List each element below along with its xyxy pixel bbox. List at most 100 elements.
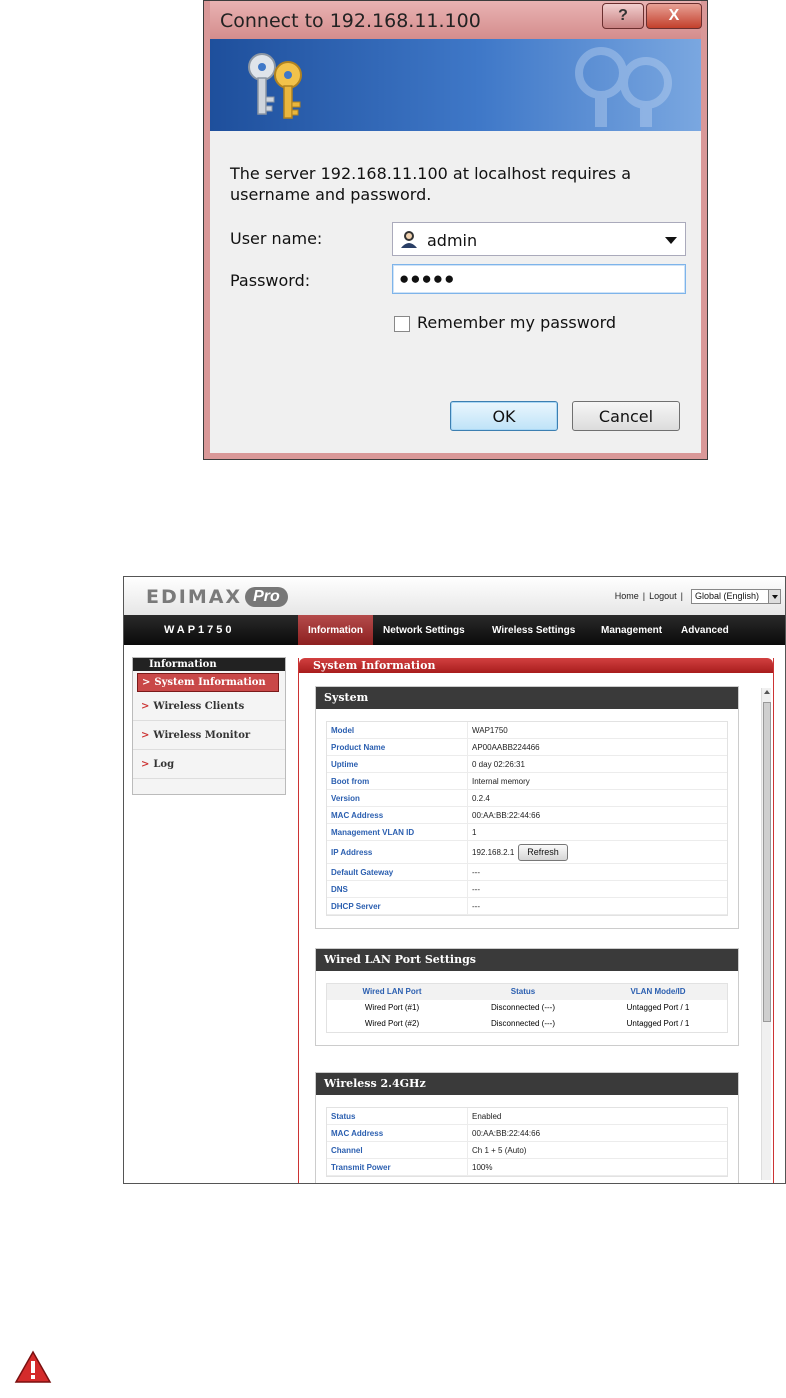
- tab-network-settings[interactable]: Network Settings: [373, 615, 475, 645]
- close-button[interactable]: X: [646, 3, 702, 29]
- ip-address-value: 192.168.2.1: [472, 848, 515, 857]
- auth-message: The server 192.168.11.100 at localhost r…: [230, 164, 632, 204]
- sidebar-item-system-information[interactable]: > System Information: [137, 673, 279, 692]
- logout-link[interactable]: Logout: [649, 591, 677, 601]
- row-value: Enabled: [467, 1108, 727, 1124]
- section-title: Wired LAN Port Settings: [316, 949, 738, 971]
- help-button[interactable]: ?: [602, 3, 644, 29]
- table-row: Status Enabled: [327, 1108, 727, 1125]
- user-icon: [401, 231, 417, 248]
- table-cell: Disconnected (---): [490, 1019, 555, 1028]
- table-row: Product Name AP00AABB224466: [327, 739, 727, 756]
- row-key: Channel: [331, 1146, 363, 1155]
- row-key: Uptime: [331, 760, 359, 769]
- table-row: Management VLAN ID 1: [327, 824, 727, 841]
- column-header: VLAN Mode/ID: [630, 987, 686, 996]
- router-header: EDIMAX Pro Home | Logout | Global (Engli…: [124, 577, 785, 615]
- row-key: MAC Address: [331, 1129, 384, 1138]
- table-cell: Untagged Port / 1: [626, 1003, 690, 1012]
- row-value: ---: [467, 898, 727, 914]
- vertical-scrollbar[interactable]: [761, 688, 771, 1180]
- sidebar-heading: Information: [133, 658, 285, 671]
- table-row: MAC Address 00:AA:BB:22:44:66: [327, 807, 727, 824]
- username-label: User name:: [230, 229, 323, 248]
- language-select[interactable]: Global (English): [691, 589, 781, 604]
- table-cell: Disconnected (---): [490, 1003, 555, 1012]
- row-value: AP00AABB224466: [467, 739, 727, 755]
- chevron-right-icon: >: [141, 701, 150, 712]
- main-content: System Information System Model WAP1750 P…: [298, 658, 774, 1183]
- row-value: 100%: [467, 1159, 727, 1175]
- table-row: Version 0.2.4: [327, 790, 727, 807]
- chevron-right-icon: >: [141, 730, 150, 741]
- link-separator: |: [642, 591, 646, 601]
- row-value: Ch 1 + 5 (Auto): [467, 1142, 727, 1158]
- sidebar-item-log[interactable]: > Log: [133, 750, 285, 779]
- table-row: Uptime 0 day 02:26:31: [327, 756, 727, 773]
- main-nav: WAP1750 Information Network Settings Wir…: [124, 615, 785, 645]
- table-row: Transmit Power 100%: [327, 1159, 727, 1176]
- system-table: Model WAP1750 Product Name AP00AABB224466 …: [326, 721, 728, 916]
- table-row: DNS ---: [327, 881, 727, 898]
- row-key: MAC Address: [331, 811, 384, 820]
- dialog-titlebar[interactable]: Connect to 192.168.11.100 ? X: [210, 1, 702, 39]
- sidebar-item-wireless-monitor[interactable]: > Wireless Monitor: [133, 721, 285, 750]
- scroll-up-icon[interactable]: [764, 690, 770, 694]
- home-link[interactable]: Home: [615, 591, 639, 601]
- tab-wireless-settings[interactable]: Wireless Settings: [482, 615, 585, 645]
- row-key: Status: [331, 1112, 356, 1121]
- password-label: Password:: [230, 271, 311, 290]
- password-field[interactable]: ●●●●●: [392, 264, 686, 294]
- chevron-down-icon[interactable]: [768, 590, 780, 603]
- logo-text: EDIMAX: [146, 586, 243, 608]
- sidebar-item-wireless-clients[interactable]: > Wireless Clients: [133, 692, 285, 721]
- table-row: Channel Ch 1 + 5 (Auto): [327, 1142, 727, 1159]
- row-value: ---: [467, 864, 727, 880]
- sidebar-item-label: Wireless Clients: [153, 701, 245, 712]
- row-value: ---: [467, 881, 727, 897]
- username-combobox[interactable]: admin: [392, 222, 686, 256]
- row-value: Internal memory: [467, 773, 727, 789]
- row-key: Management VLAN ID: [331, 828, 415, 837]
- link-separator: |: [680, 591, 683, 601]
- tab-management[interactable]: Management: [591, 615, 672, 645]
- table-cell: Untagged Port / 1: [626, 1019, 690, 1028]
- row-key: DNS: [331, 885, 348, 894]
- row-value: WAP1750: [467, 722, 727, 738]
- wireless-24ghz-section: Wireless 2.4GHz Status Enabled MAC Addres…: [315, 1072, 739, 1183]
- table-row: Wired Port (#2) Disconnected (---) Untag…: [327, 1016, 727, 1032]
- keys-icon: [248, 53, 302, 119]
- table-row: Default Gateway ---: [327, 864, 727, 881]
- router-admin-panel: EDIMAX Pro Home | Logout | Global (Engli…: [123, 576, 786, 1184]
- dialog-banner: [210, 39, 701, 131]
- scrollbar-thumb[interactable]: [763, 702, 771, 1022]
- chevron-down-icon[interactable]: [665, 237, 677, 244]
- row-key: Transmit Power: [331, 1163, 391, 1172]
- row-key: DHCP Server: [331, 902, 381, 911]
- wired-lan-section: Wired LAN Port Settings Wired LAN Port S…: [315, 948, 739, 1046]
- refresh-button[interactable]: Refresh: [518, 844, 568, 862]
- tab-information[interactable]: Information: [298, 615, 373, 645]
- chevron-right-icon: >: [141, 759, 150, 770]
- remember-password-label[interactable]: Remember my password: [417, 313, 616, 332]
- tab-advanced[interactable]: Advanced: [671, 615, 739, 645]
- system-section: System Model WAP1750 Product Name AP00AABB…: [315, 686, 739, 929]
- top-links: Home | Logout |: [613, 591, 685, 601]
- ok-button[interactable]: OK: [450, 401, 558, 431]
- section-title: Wireless 2.4GHz: [316, 1073, 738, 1095]
- device-model: WAP1750: [164, 624, 235, 636]
- remember-password-checkbox[interactable]: [394, 316, 410, 332]
- sidebar: Information > System Information > Wireles…: [132, 657, 286, 795]
- login-dialog: Connect to 192.168.11.100 ? X The server…: [203, 0, 708, 460]
- dialog-title: Connect to 192.168.11.100: [220, 10, 481, 32]
- cancel-button[interactable]: Cancel: [572, 401, 680, 431]
- row-key: Model: [331, 726, 355, 735]
- chevron-right-icon: >: [142, 677, 151, 688]
- table-header-row: Wired LAN Port Status VLAN Mode/ID: [327, 984, 727, 1000]
- username-value: admin: [427, 231, 478, 250]
- table-row: IP Address 192.168.2.1 Refresh: [327, 841, 727, 864]
- row-value: 00:AA:BB:22:44:66: [467, 807, 727, 823]
- dialog-body: The server 192.168.11.100 at localhost r…: [210, 131, 701, 453]
- sidebar-item-label: Wireless Monitor: [153, 730, 251, 741]
- sidebar-item-label: System Information: [154, 677, 266, 688]
